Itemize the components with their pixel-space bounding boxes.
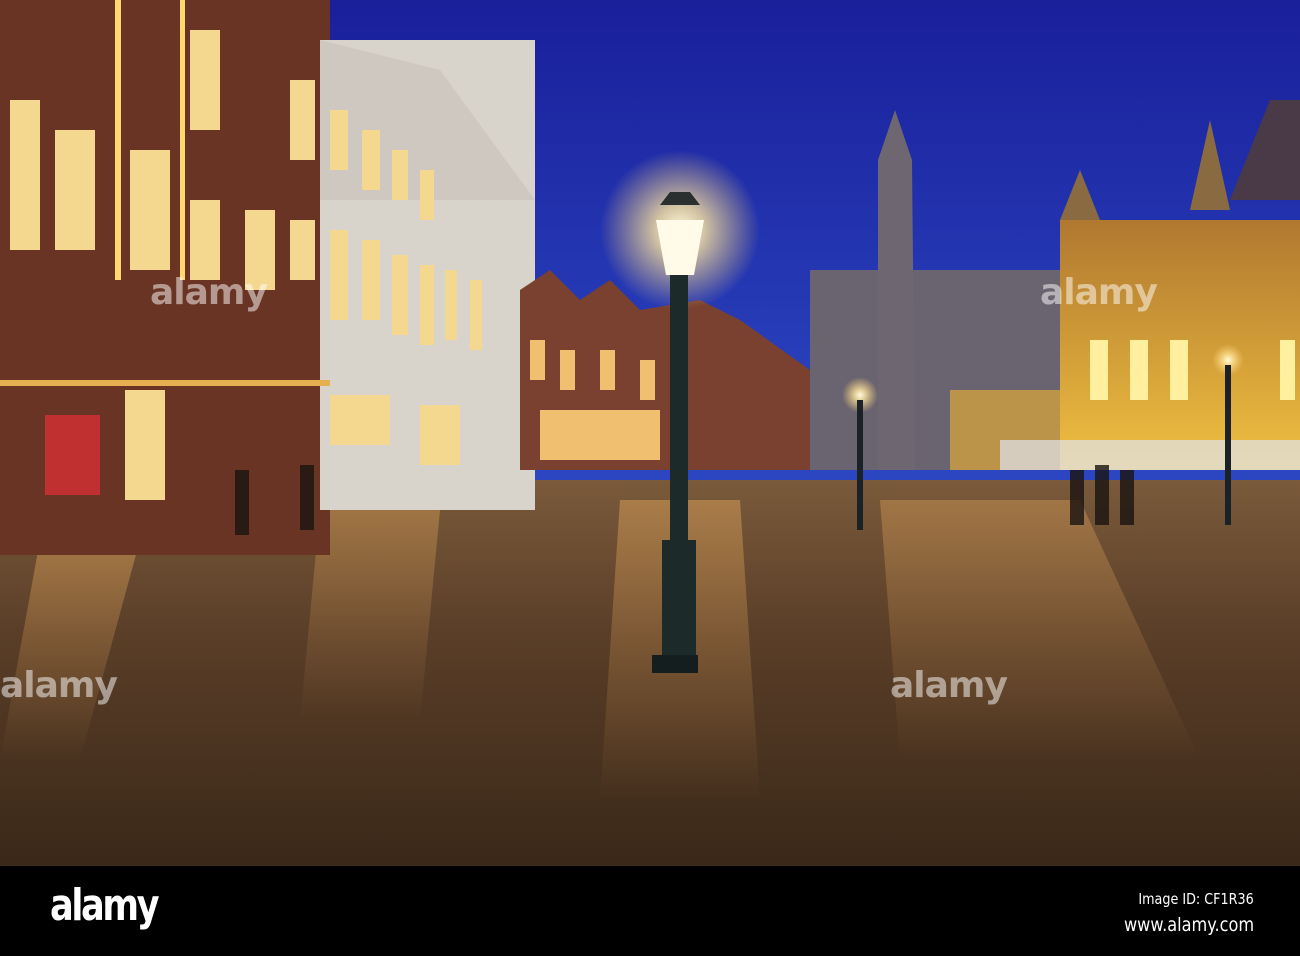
website-link[interactable]: www.alamy.com: [1124, 914, 1254, 936]
image-id: Image ID: CF1R36: [1138, 890, 1254, 908]
watermark: alamy: [150, 272, 268, 313]
watermark: alamy: [890, 665, 1008, 706]
footer-bar: alamy Image ID: CF1R36 www.alamy.com: [0, 866, 1300, 956]
watermark: alamy: [0, 665, 118, 706]
stock-photo-page: alamy alamy alamy alamy alamy Image ID: …: [0, 0, 1300, 956]
market-square-photo: [0, 0, 1300, 866]
left-buildings: [0, 0, 535, 555]
watermark: alamy: [1040, 272, 1158, 313]
alamy-logo: alamy: [50, 880, 160, 931]
